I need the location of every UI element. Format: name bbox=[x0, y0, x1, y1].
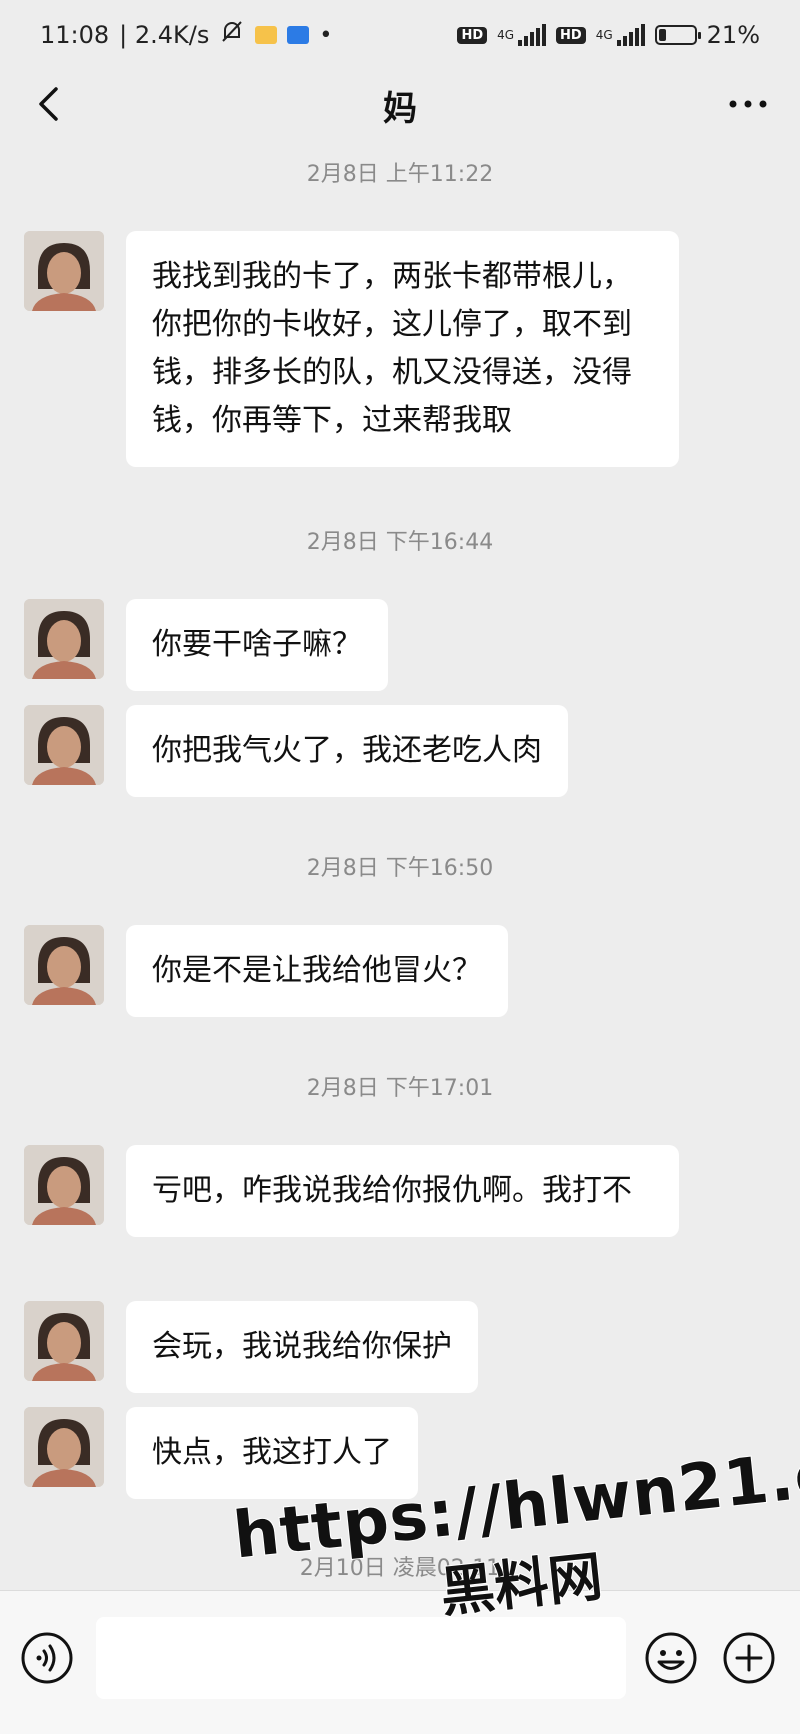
message-input[interactable] bbox=[96, 1617, 626, 1699]
avatar[interactable] bbox=[24, 705, 104, 785]
message-row: 我找到我的卡了，两张卡都带根儿，你把你的卡收好，这儿停了，取不到钱，排多长的队，… bbox=[24, 231, 679, 467]
network-speed: | 2.4K/s bbox=[119, 21, 210, 49]
network-type-1: 4G bbox=[497, 28, 515, 42]
notification-app-icon bbox=[255, 26, 278, 44]
hd-badge-2: HD bbox=[556, 26, 586, 44]
message-row: 亏吧，咋我说我给你报仇啊。我打不 bbox=[24, 1145, 679, 1237]
avatar[interactable] bbox=[24, 599, 104, 679]
chevron-left-icon bbox=[39, 87, 58, 121]
message-bubble[interactable]: 你要干啥子嘛？ bbox=[126, 599, 388, 691]
input-bar bbox=[0, 1590, 800, 1734]
more-notifications-dot: • bbox=[319, 22, 333, 48]
status-time: 11:08 bbox=[40, 21, 110, 49]
message-row: 你是不是让我给他冒火？ bbox=[24, 925, 508, 1017]
more-functions-button[interactable] bbox=[722, 1631, 776, 1685]
message-row: 你要干啥子嘛？ bbox=[24, 599, 388, 691]
battery-percent: 21% bbox=[706, 21, 760, 49]
battery-level bbox=[658, 29, 666, 41]
voice-icon bbox=[21, 1632, 73, 1684]
message-bubble[interactable]: 会玩，我说我给你保护 bbox=[126, 1301, 478, 1393]
message-bubble[interactable]: 快点，我这打人了 bbox=[126, 1407, 418, 1499]
message-bubble[interactable]: 亏吧，咋我说我给你报仇啊。我打不 bbox=[126, 1145, 679, 1237]
message-timestamp: 2月8日 下午16:50 bbox=[306, 856, 494, 881]
plus-icon bbox=[723, 1632, 775, 1684]
message-timestamp: 2月8日 上午11:22 bbox=[306, 162, 494, 187]
hd-badge-1: HD bbox=[457, 26, 488, 44]
back-button[interactable] bbox=[28, 84, 68, 124]
avatar[interactable] bbox=[24, 925, 104, 1005]
message-timestamp: 2月8日 下午17:01 bbox=[306, 1076, 494, 1101]
zhihu-app-icon bbox=[287, 26, 310, 44]
message-row: 你把我气火了，我还老吃人肉 bbox=[24, 705, 568, 797]
voice-input-button[interactable] bbox=[20, 1631, 74, 1685]
avatar[interactable] bbox=[24, 1301, 104, 1381]
more-options-button[interactable] bbox=[724, 84, 772, 124]
status-bar: 11:08 | 2.4K/s • HD 4G HD 4G 21% bbox=[0, 0, 800, 70]
message-bubble[interactable]: 你是不是让我给他冒火？ bbox=[126, 925, 508, 1017]
message-timestamp: 2月8日 下午16:44 bbox=[306, 530, 494, 555]
avatar[interactable] bbox=[24, 231, 104, 311]
battery-icon bbox=[654, 25, 701, 45]
chat-header: 妈 bbox=[0, 70, 800, 140]
status-right: HD 4G HD 4G 21% bbox=[457, 21, 760, 49]
network-type-2: 4G bbox=[595, 28, 613, 42]
message-bubble[interactable]: 我找到我的卡了，两张卡都带根儿，你把你的卡收好，这儿停了，取不到钱，排多长的队，… bbox=[126, 231, 679, 467]
emoji-icon bbox=[645, 1632, 697, 1684]
chat-title: 妈 bbox=[383, 88, 417, 129]
avatar[interactable] bbox=[24, 1407, 104, 1487]
signal-icon-2 bbox=[616, 24, 645, 46]
avatar[interactable] bbox=[24, 1145, 104, 1225]
message-bubble[interactable]: 你把我气火了，我还老吃人肉 bbox=[126, 705, 568, 797]
signal-icon-1 bbox=[518, 24, 547, 46]
message-row: 会玩，我说我给你保护 bbox=[24, 1301, 478, 1393]
message-timestamp: 2月10日 凌晨02:11 bbox=[299, 1556, 501, 1581]
message-row: 快点，我这打人了 bbox=[24, 1407, 418, 1499]
mute-icon bbox=[219, 19, 245, 51]
emoji-button[interactable] bbox=[644, 1631, 698, 1685]
more-icon bbox=[729, 100, 767, 108]
status-left: 11:08 | 2.4K/s • bbox=[40, 19, 332, 51]
